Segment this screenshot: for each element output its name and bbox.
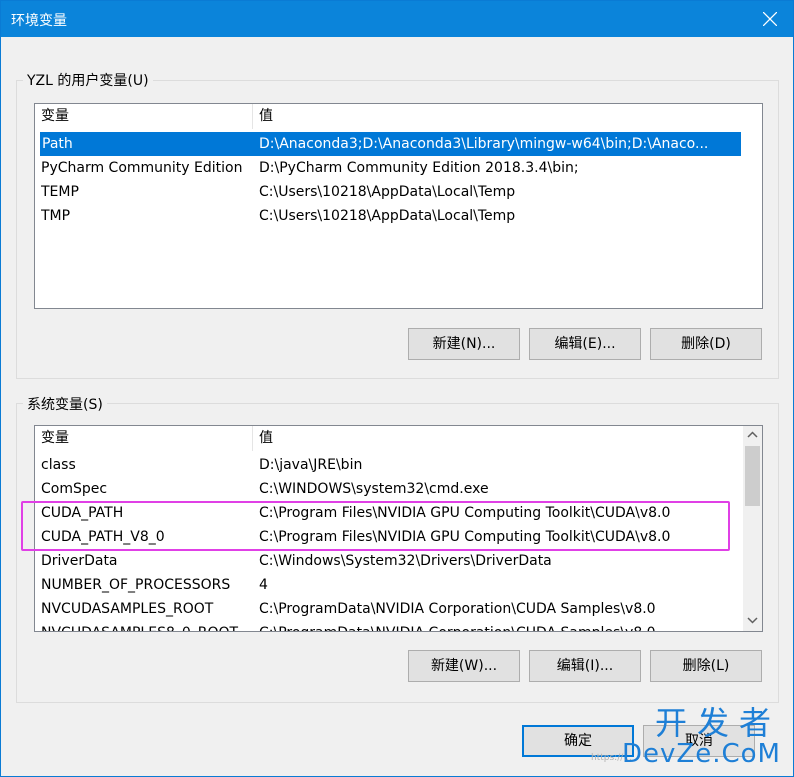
window-title: 环境变量 [11,13,67,29]
system-new-button[interactable]: 新建(W)... [408,650,520,682]
watermark-logo: 开发者 DevZe.CoM [622,706,781,768]
column-header-value[interactable]: 值 [253,426,742,451]
environment-variables-dialog: 环境变量 YZL 的用户变量(U) 变量 值 Path D:\Anaconda3… [0,0,794,777]
var-value: C:\ProgramData\NVIDIA Corporation\CUDA S… [259,601,656,617]
scroll-down-button[interactable] [743,611,762,629]
var-name: PyCharm Community Edition [41,160,243,176]
var-value: C:\Users\10218\AppData\Local\Temp [259,208,516,224]
var-value: C:\Windows\System32\Drivers\DriverData [259,553,552,569]
chevron-up-icon [747,431,758,438]
column-header-value[interactable]: 值 [253,104,762,129]
table-row[interactable]: NVCUDASAMPLES8_0_ROOT C:\ProgramData\NVI… [35,621,742,631]
scroll-up-button[interactable] [743,426,762,444]
title-bar: 环境变量 [1,1,793,37]
system-delete-button[interactable]: 删除(L) [650,650,762,682]
system-variables-header: 变量 值 [35,426,762,451]
var-value: C:\Users\10218\AppData\Local\Temp [259,184,516,200]
var-value: C:\WINDOWS\system32\cmd.exe [259,481,489,497]
var-name: NVCUDASAMPLES8_0_ROOT [41,621,253,631]
table-row[interactable]: TEMP C:\Users\10218\AppData\Local\Temp [35,180,762,204]
watermark-line1: 开发者 [654,704,781,742]
table-row[interactable]: DriverData C:\Windows\System32\Drivers\D… [35,549,742,573]
column-header-name[interactable]: 变量 [35,104,253,129]
var-name: TEMP [41,184,79,200]
scrollbar-thumb[interactable] [745,446,760,506]
var-name: Path [42,136,73,152]
var-name: NUMBER_OF_PROCESSORS [41,577,231,593]
close-icon [763,12,777,26]
var-name: TMP [41,208,71,224]
var-value: D:\java\JRE\bin [259,457,363,473]
close-button[interactable] [747,1,793,37]
var-name: class [41,457,76,473]
table-row[interactable]: NUMBER_OF_PROCESSORS 4 [35,573,742,597]
chevron-down-icon [747,617,758,624]
user-edit-button[interactable]: 编辑(E)... [529,328,641,360]
system-variables-legend: 系统变量(S) [23,394,107,414]
watermark-line2: DevZe.CoM [622,739,781,769]
vertical-scrollbar[interactable] [743,426,762,631]
table-row[interactable]: TMP C:\Users\10218\AppData\Local\Temp [35,204,762,228]
var-value: D:\PyCharm Community Edition 2018.3.4\bi… [259,160,579,176]
var-value: D:\Anaconda3;D:\Anaconda3\Library\mingw-… [259,136,709,152]
table-row[interactable]: PyCharm Community Edition D:\PyCharm Com… [35,156,762,180]
var-value: C:\ProgramData\NVIDIA Corporation\CUDA S… [259,621,656,631]
watermark-url: https://... [591,753,632,763]
user-variables-list[interactable]: 变量 值 Path D:\Anaconda3;D:\Anaconda3\Libr… [34,103,763,309]
highlight-box [21,501,730,551]
user-new-button[interactable]: 新建(N)... [408,328,520,360]
user-variables-legend: YZL 的用户变量(U) [23,70,153,90]
table-row[interactable]: Path D:\Anaconda3;D:\Anaconda3\Library\m… [40,132,741,156]
var-name: ComSpec [41,481,108,497]
table-row[interactable]: NVCUDASAMPLES_ROOT C:\ProgramData\NVIDIA… [35,597,742,621]
user-variables-header: 变量 值 [35,104,762,129]
var-value: 4 [259,577,268,593]
var-name: DriverData [41,553,118,569]
column-header-name[interactable]: 变量 [35,426,253,451]
var-name: NVCUDASAMPLES_ROOT [41,601,214,617]
user-delete-button[interactable]: 删除(D) [650,328,762,360]
table-row[interactable]: class D:\java\JRE\bin [35,453,742,477]
system-edit-button[interactable]: 编辑(I)... [529,650,641,682]
table-row[interactable]: ComSpec C:\WINDOWS\system32\cmd.exe [35,477,742,501]
